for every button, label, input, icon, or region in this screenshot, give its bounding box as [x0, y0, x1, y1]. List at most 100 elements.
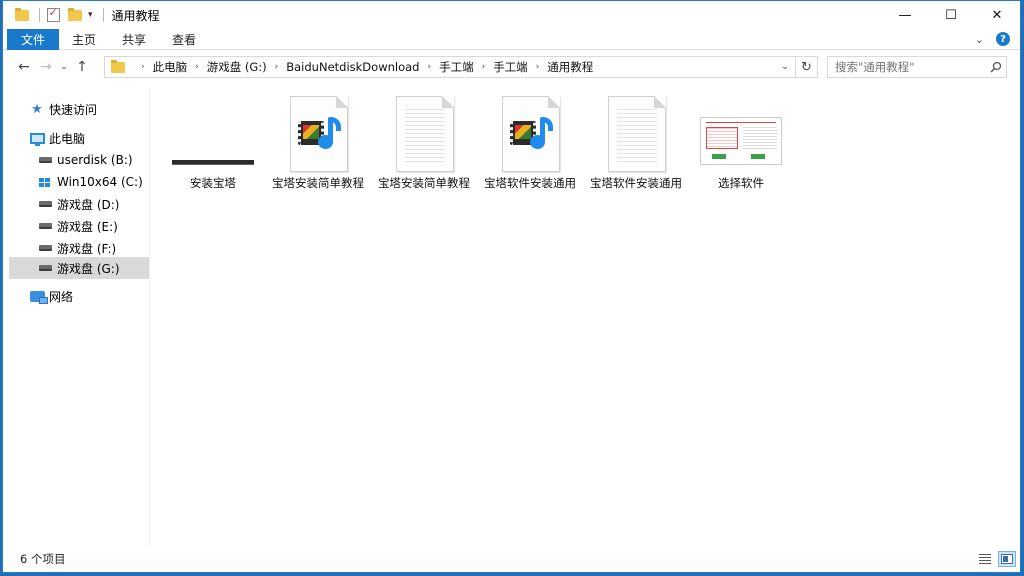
back-button[interactable]: ← — [13, 56, 35, 78]
text-document-icon — [375, 92, 475, 176]
drive-icon — [37, 261, 53, 275]
file-item[interactable]: 宝塔软件安装通用 — [481, 92, 581, 212]
network-icon — [29, 289, 48, 304]
ribbon-right-controls: ⌄ ? — [975, 32, 1020, 46]
customize-toolbar-icon[interactable]: ▾ — [88, 10, 93, 20]
large-icons-view-button[interactable] — [998, 551, 1016, 567]
sidebar-item-label: userdisk (B:) — [57, 153, 133, 167]
item-count: 6 个项目 — [20, 552, 66, 566]
breadcrumb-separator[interactable]: › — [427, 62, 431, 72]
window-controls: — ☐ ✕ — [882, 1, 1020, 29]
sidebar-item-label: 游戏盘 (E:) — [57, 219, 118, 234]
up-button[interactable]: ↑ — [71, 56, 93, 78]
windows-drive-icon — [37, 175, 53, 189]
file-list-view: 安装宝塔 宝塔安装简单教程 宝塔安装简单教程 宝塔软件安装通用 宝塔软件安装通用 — [151, 88, 1019, 546]
search-box[interactable] — [827, 56, 1007, 78]
breadcrumb-separator[interactable]: › — [195, 62, 199, 72]
recent-locations-button[interactable]: ⌄ — [57, 56, 71, 78]
navigation-bar: ← → ⌄ ↑ › 此电脑 › 游戏盘 (G:) › BaiduNetdiskD… — [3, 53, 1020, 81]
tab-view[interactable]: 查看 — [159, 29, 209, 50]
folder-icon — [111, 59, 125, 73]
help-icon[interactable]: ? — [996, 32, 1010, 46]
file-item[interactable]: 安装宝塔 — [163, 92, 263, 212]
maximize-button[interactable]: ☐ — [928, 1, 974, 29]
search-icon[interactable] — [986, 61, 1006, 73]
image-thumbnail — [691, 92, 791, 176]
breadcrumb-separator[interactable]: › — [482, 62, 486, 72]
sidebar-item-drive-f[interactable]: 游戏盘 (F:) — [3, 237, 149, 259]
quick-access-toolbar: ▾ — [3, 1, 108, 29]
sidebar-item-label: Win10x64 (C:) — [57, 175, 143, 189]
file-item[interactable]: 宝塔软件安装通用 — [587, 92, 687, 212]
view-switcher — [976, 551, 1020, 567]
breadcrumb-this-pc[interactable]: 此电脑 — [153, 59, 188, 75]
media-file-icon — [481, 92, 581, 176]
drive-icon — [37, 219, 53, 233]
computer-icon — [29, 131, 45, 146]
breadcrumb-drive-g[interactable]: 游戏盘 (G:) — [207, 59, 267, 75]
drive-icon — [37, 241, 53, 255]
search-input[interactable] — [828, 58, 986, 76]
title-bar: ▾ 通用教程 — ☐ ✕ — [3, 1, 1020, 29]
navigation-pane: ★ 快速访问 此电脑 userdisk (B:) Win10x64 (C:) 游… — [3, 88, 150, 546]
address-actions: ⌄ ↻ — [775, 57, 817, 77]
status-bar: 6 个项目 — [3, 546, 1020, 572]
media-file-icon — [269, 92, 369, 176]
ribbon-tabs: 文件 主页 共享 查看 ⌄ ? — [3, 28, 1020, 50]
expand-ribbon-icon[interactable]: ⌄ — [975, 33, 984, 46]
window-title: 通用教程 — [111, 8, 160, 23]
large-icons-view-icon — [1001, 554, 1013, 564]
address-bar[interactable]: › 此电脑 › 游戏盘 (G:) › BaiduNetdiskDownload … — [104, 56, 818, 78]
sidebar-item-label: 快速访问 — [49, 102, 98, 117]
file-name: 安装宝塔 — [190, 176, 236, 190]
drive-icon — [37, 153, 53, 167]
file-name: 宝塔软件安装通用 — [484, 176, 576, 190]
sidebar-item-drive-e[interactable]: 游戏盘 (E:) — [3, 215, 149, 237]
breadcrumb-folder-1[interactable]: 手工端 — [439, 59, 474, 75]
sidebar-item-drive-d[interactable]: 游戏盘 (D:) — [3, 193, 149, 215]
file-name: 宝塔安装简单教程 — [272, 176, 364, 190]
tab-home[interactable]: 主页 — [59, 29, 109, 50]
sidebar-item-drive-b[interactable]: userdisk (B:) — [3, 149, 149, 171]
refresh-button[interactable]: ↻ — [795, 57, 817, 77]
properties-icon[interactable] — [44, 6, 62, 24]
toolbar-divider — [39, 8, 40, 22]
minimize-button[interactable]: — — [882, 1, 928, 29]
drive-icon — [37, 197, 53, 211]
video-thumbnail — [163, 92, 263, 176]
address-dropdown-icon[interactable]: ⌄ — [775, 57, 795, 77]
star-icon: ★ — [31, 101, 43, 117]
sidebar-item-label: 游戏盘 (D:) — [57, 197, 120, 212]
explorer-window: ▾ 通用教程 — ☐ ✕ 文件 主页 共享 查看 ⌄ ? ← → ⌄ ↑ › 此… — [2, 0, 1021, 573]
sidebar-item-drive-c[interactable]: Win10x64 (C:) — [3, 171, 149, 193]
sidebar-item-label: 网络 — [49, 289, 74, 304]
details-view-icon — [979, 554, 991, 564]
sidebar-item-label: 游戏盘 (F:) — [57, 241, 117, 256]
tab-share[interactable]: 共享 — [109, 29, 159, 50]
toolbar-divider — [102, 8, 104, 22]
breadcrumb-folder-2[interactable]: 手工端 — [493, 59, 528, 75]
sidebar-item-this-pc[interactable]: 此电脑 — [3, 127, 149, 149]
breadcrumb-current-folder[interactable]: 通用教程 — [547, 59, 593, 75]
tab-file[interactable]: 文件 — [7, 28, 60, 50]
sidebar-item-network[interactable]: 网络 — [3, 285, 149, 307]
new-folder-icon[interactable] — [66, 6, 84, 24]
sidebar-item-quick-access[interactable]: ★ 快速访问 — [3, 98, 149, 120]
sidebar-item-label: 游戏盘 (G:) — [57, 261, 120, 276]
breadcrumb-baidunetdiskdownload[interactable]: BaiduNetdiskDownload — [286, 60, 419, 74]
sidebar-item-drive-g[interactable]: 游戏盘 (G:) — [9, 257, 149, 279]
file-item[interactable]: 宝塔安装简单教程 — [375, 92, 475, 212]
file-name: 宝塔安装简单教程 — [378, 176, 470, 190]
text-document-icon — [587, 92, 687, 176]
breadcrumb-separator[interactable]: › — [275, 62, 279, 72]
details-view-button[interactable] — [976, 551, 994, 567]
forward-button[interactable]: → — [35, 56, 57, 78]
breadcrumb-separator[interactable]: › — [141, 62, 145, 72]
breadcrumb-separator[interactable]: › — [536, 62, 540, 72]
folder-icon[interactable] — [13, 6, 31, 24]
file-name: 宝塔软件安装通用 — [590, 176, 682, 190]
file-item[interactable]: 选择软件 — [691, 92, 791, 212]
sidebar-item-label: 此电脑 — [49, 131, 86, 146]
close-button[interactable]: ✕ — [974, 1, 1020, 29]
file-item[interactable]: 宝塔安装简单教程 — [269, 92, 369, 212]
